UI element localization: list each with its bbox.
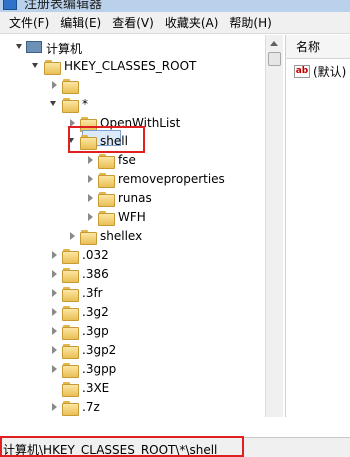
tree-node-shellex[interactable]: shellex (0, 228, 260, 246)
tree-label: * (82, 97, 88, 111)
expand-arrow-icon[interactable] (52, 270, 57, 278)
title-bar: 注册表编辑器 (0, 0, 350, 12)
collapse-arrow-icon[interactable] (16, 44, 22, 49)
scroll-thumb[interactable] (268, 52, 281, 66)
folder-icon (62, 268, 79, 283)
tree-node-ext-3gp[interactable]: .3gp (0, 323, 260, 341)
expand-arrow-icon[interactable] (88, 156, 93, 164)
tree-label: .3XE (82, 381, 110, 395)
value-name: (默认) (313, 64, 347, 79)
tree-label: shellex (100, 229, 143, 243)
tree-node-computer[interactable]: 计算机 (0, 39, 260, 57)
computer-icon (26, 41, 42, 53)
folder-icon (62, 287, 79, 302)
expand-arrow-icon[interactable] (70, 232, 75, 240)
folder-icon (62, 382, 79, 397)
folder-icon (62, 79, 79, 94)
tree-node-star[interactable]: * (0, 96, 260, 114)
tree-node-removeproperties[interactable]: removeproperties (0, 171, 260, 189)
tree-label: removeproperties (118, 172, 225, 186)
values-pane[interactable]: 名称 ab (默认) (285, 35, 350, 417)
collapse-arrow-icon[interactable] (50, 101, 56, 106)
menu-favorites[interactable]: 收藏夹(A) (160, 14, 225, 31)
tree-label: .3gp (82, 324, 109, 338)
menu-bar: 文件(F) 编辑(E) 查看(V) 收藏夹(A) 帮助(H) (0, 12, 350, 34)
tree-node-runas[interactable]: runas (0, 190, 260, 208)
tree-node-ext-386[interactable]: .386 (0, 266, 260, 284)
collapse-arrow-icon[interactable] (32, 63, 38, 68)
folder-icon (62, 249, 79, 264)
tree-node-ext-3g2[interactable]: .3g2 (0, 304, 260, 322)
folder-icon (98, 211, 115, 226)
expand-arrow-icon[interactable] (52, 308, 57, 316)
tree-label: .3gp2 (82, 343, 117, 357)
tree-node-ext-032[interactable]: .032 (0, 247, 260, 265)
window-title: 注册表编辑器 (24, 0, 103, 12)
expand-arrow-icon[interactable] (52, 365, 57, 373)
column-header-name[interactable]: 名称 (286, 35, 350, 59)
tree-label: .386 (82, 267, 109, 281)
tree-label: .032 (82, 248, 109, 262)
expand-arrow-icon[interactable] (88, 175, 93, 183)
tree-node-ext-7z[interactable]: .7z (0, 399, 260, 417)
tree-node-wfh[interactable]: WFH (0, 209, 260, 227)
expand-arrow-icon[interactable] (52, 289, 57, 297)
tree-node-dotdot[interactable] (0, 77, 260, 95)
expand-arrow-icon[interactable] (88, 194, 93, 202)
folder-icon (62, 344, 79, 359)
tree-label: fse (118, 153, 136, 167)
expand-arrow-icon[interactable] (52, 251, 57, 259)
folder-icon (62, 363, 79, 378)
folder-icon (62, 306, 79, 321)
key-tree[interactable]: 计算机 HKEY_CLASSES_ROOT * OpenWithList she… (0, 35, 283, 417)
menu-view[interactable]: 查看(V) (107, 14, 160, 31)
folder-icon (44, 60, 61, 75)
menu-edit[interactable]: 编辑(E) (55, 14, 107, 31)
shell-highlight-box (68, 126, 145, 153)
scroll-up-icon[interactable] (270, 41, 278, 46)
folder-icon (98, 192, 115, 207)
tree-node-ext-3xe[interactable]: .3XE (0, 380, 260, 398)
folder-icon (62, 401, 79, 416)
tree-node-fse[interactable]: fse (0, 152, 260, 170)
status-highlight-box (0, 436, 244, 457)
tree-label: .7z (82, 400, 100, 414)
tree-node-ext-3fr[interactable]: .3fr (0, 285, 260, 303)
tree-node-ext-3gp2[interactable]: .3gp2 (0, 342, 260, 360)
value-row-default[interactable]: ab (默认) (294, 63, 346, 79)
expand-arrow-icon[interactable] (52, 346, 57, 354)
expand-arrow-icon[interactable] (88, 213, 93, 221)
menu-help[interactable]: 帮助(H) (224, 14, 277, 31)
tree-label: .3g2 (82, 305, 109, 319)
tree-label: HKEY_CLASSES_ROOT (64, 59, 197, 73)
folder-icon (98, 154, 115, 169)
regedit-icon (3, 0, 17, 10)
tree-scrollbar[interactable] (265, 35, 283, 417)
expand-arrow-icon[interactable] (52, 327, 57, 335)
tree-label: WFH (118, 210, 146, 224)
tree-label: runas (118, 191, 152, 205)
folder-icon (62, 98, 79, 113)
tree-label: 计算机 (46, 42, 83, 56)
tree-label: .3gpp (82, 362, 117, 376)
expand-arrow-icon[interactable] (52, 81, 57, 89)
folder-icon (62, 325, 79, 340)
tree-node-ext-3gpp[interactable]: .3gpp (0, 361, 260, 379)
menu-file[interactable]: 文件(F) (4, 14, 55, 31)
tree-label: .3fr (82, 286, 103, 300)
tree-node-hkcr[interactable]: HKEY_CLASSES_ROOT (0, 58, 260, 76)
folder-icon (80, 230, 97, 245)
expand-arrow-icon[interactable] (52, 403, 57, 411)
string-value-icon: ab (294, 64, 310, 78)
folder-icon (98, 173, 115, 188)
